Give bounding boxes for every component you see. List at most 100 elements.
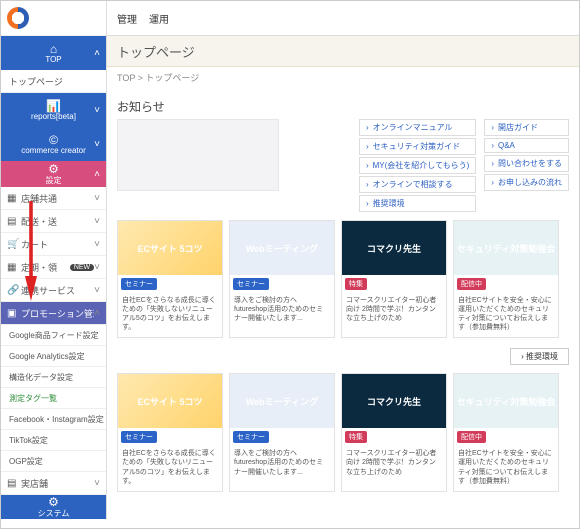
link-online-manual[interactable]: オンラインマニュアル bbox=[359, 119, 476, 136]
card[interactable]: コマクリ先生特集コマースクリエイター初心者向け 2時間で学ぶ！カンタンな立ち上げ… bbox=[341, 373, 447, 491]
card-desc: 自社ECサイトを安全・安心に運用いただくためのセキュリティ対策についてお伝えしま… bbox=[454, 293, 558, 337]
card-thumb: セキュリティ対策勉強会 bbox=[454, 374, 558, 428]
card[interactable]: セキュリティ対策勉強会配信中自社ECサイトを安全・安心に運用いただくためのセキュ… bbox=[453, 373, 559, 491]
card-chip: セミナー bbox=[121, 431, 157, 443]
caret-down-icon: ˅ bbox=[94, 262, 100, 273]
link-icon: 🔗 bbox=[7, 285, 17, 296]
sub-tiktok[interactable]: TikTok設定 bbox=[1, 430, 106, 451]
card-thumb: コマクリ先生 bbox=[342, 221, 446, 275]
copyright-icon: © bbox=[49, 134, 58, 146]
card-desc: 導入をご検討の方へ futureshop活用のためのセミナー開催いたします... bbox=[230, 293, 334, 328]
new-badge: NEW bbox=[70, 264, 94, 271]
caret-down-icon: ˅ bbox=[94, 285, 100, 296]
link-apply-flow[interactable]: お申し込みの流れ bbox=[484, 174, 569, 191]
card-desc: 自社ECサイトを安全・安心に運用いただくためのセキュリティ対策についてお伝えしま… bbox=[454, 446, 558, 490]
card-chip: 特集 bbox=[345, 431, 367, 443]
gear-icon: ⚙ bbox=[48, 496, 59, 508]
link-open-guide[interactable]: 開店ガイド bbox=[484, 119, 569, 136]
caret-up-icon: ˄ bbox=[94, 48, 100, 59]
link-contact[interactable]: 問い合わせをする bbox=[484, 155, 569, 172]
card-thumb: ECサイト 5コツ bbox=[118, 221, 222, 275]
card[interactable]: コマクリ先生特集コマースクリエイター初心者向け 2時間で学ぶ！カンタンな立ち上げ… bbox=[341, 220, 447, 338]
card-chip: セミナー bbox=[233, 431, 269, 443]
nav-store-common[interactable]: ▦店舗共通˅ bbox=[1, 187, 106, 210]
link-security-guide[interactable]: セキュリティ対策ガイド bbox=[359, 138, 476, 155]
card[interactable]: Webミーティングセミナー導入をご検討の方へ futureshop活用のためのセ… bbox=[229, 373, 335, 491]
caret-down-icon: ˅ bbox=[94, 139, 100, 150]
card-thumb: Webミーティング bbox=[230, 374, 334, 428]
card-desc: 自社ECをさらなる成長に導くための「失敗しないリニューアル5のコツ」をお伝えしま… bbox=[118, 293, 222, 337]
sub-google-analytics[interactable]: Google Analytics設定 bbox=[1, 346, 106, 367]
chart-icon: 📊 bbox=[46, 100, 61, 112]
caret-up-icon: ˄ bbox=[94, 169, 100, 180]
card-desc: コマースクリエイター初心者向け 2時間で学ぶ！カンタンな立ち上げのため bbox=[342, 446, 446, 481]
nav-system[interactable]: ⚙ システム bbox=[1, 495, 106, 519]
card[interactable]: ECサイト 5コツセミナー自社ECをさらなる成長に導くための「失敗しないリニュー… bbox=[117, 373, 223, 491]
caret-down-icon: ˅ bbox=[94, 193, 100, 204]
caret-up-icon: ˄ bbox=[94, 308, 100, 319]
rec-env-button[interactable]: › 推奨環境 bbox=[510, 348, 569, 365]
link-col-1: オンラインマニュアル セキュリティ対策ガイド MY(会社を紹介してもらう) オン… bbox=[359, 119, 476, 212]
notice-row: オンラインマニュアル セキュリティ対策ガイド MY(会社を紹介してもらう) オン… bbox=[117, 119, 569, 212]
truck-icon: ▤ bbox=[7, 216, 17, 227]
main: 管理 運用 トップページ TOP > トップページ お知らせ オンラインマニュア… bbox=[107, 1, 579, 528]
gear-icon: ⚙ bbox=[48, 163, 59, 175]
sub-ogp[interactable]: OGP設定 bbox=[1, 451, 106, 472]
megaphone-icon: ▣ bbox=[7, 308, 17, 319]
nav-shipping[interactable]: ▤配送・送˅ bbox=[1, 210, 106, 233]
nav-settings[interactable]: ⚙ 設定 ˄ bbox=[1, 161, 106, 187]
link-qa[interactable]: Q&A bbox=[484, 138, 569, 153]
page-title: トップページ bbox=[107, 36, 579, 67]
notice-placeholder bbox=[117, 119, 279, 191]
card[interactable]: セキュリティ対策勉強会配信中自社ECサイトを安全・安心に運用いただくためのセキュ… bbox=[453, 220, 559, 338]
app-root: F ⌂ TOP ˄ トップページ 📊 reports[beta] ˅ © com… bbox=[0, 0, 580, 529]
caret-down-icon: ˅ bbox=[94, 478, 100, 489]
card-row-1: ECサイト 5コツセミナー自社ECをさらなる成長に導くための「失敗しないリニュー… bbox=[117, 220, 569, 338]
home-icon: ⌂ bbox=[50, 43, 57, 55]
store-icon: ▤ bbox=[7, 478, 17, 489]
topbar-admin[interactable]: 管理 bbox=[117, 11, 137, 26]
sub-tag-list[interactable]: 測定タグ一覧 bbox=[1, 388, 106, 409]
nav-reports[interactable]: 📊 reports[beta] ˅ bbox=[1, 93, 106, 127]
cart-icon: 🛒 bbox=[7, 239, 17, 250]
card-chip: セミナー bbox=[233, 278, 269, 290]
card-thumb: コマクリ先生 bbox=[342, 374, 446, 428]
sub-google-feed[interactable]: Google商品フィード設定 bbox=[1, 325, 106, 346]
card-chip: 配信中 bbox=[457, 278, 486, 290]
link-requirements[interactable]: 推奨環境 bbox=[359, 195, 476, 212]
nav-integration[interactable]: 🔗連携サービス˅ bbox=[1, 279, 106, 302]
caret-down-icon: ˅ bbox=[94, 239, 100, 250]
link-col-2: 開店ガイド Q&A 問い合わせをする お申し込みの流れ bbox=[484, 119, 569, 212]
nav-cart[interactable]: 🛒カート˅ bbox=[1, 233, 106, 256]
link-online-consult[interactable]: オンラインで相談する bbox=[359, 176, 476, 193]
nav-top[interactable]: ⌂ TOP ˄ bbox=[1, 36, 106, 70]
content: お知らせ オンラインマニュアル セキュリティ対策ガイド MY(会社を紹介してもら… bbox=[107, 88, 579, 528]
caret-down-icon: ˅ bbox=[94, 216, 100, 227]
sub-facebook-instagram[interactable]: Facebook・Instagram設定 bbox=[1, 409, 106, 430]
caret-down-icon: ˅ bbox=[94, 105, 100, 116]
nav-toppage[interactable]: トップページ bbox=[1, 70, 106, 93]
nav-subscription[interactable]: ▦定期・領NEW˅ bbox=[1, 256, 106, 279]
card[interactable]: Webミーティングセミナー導入をご検討の方へ futureshop活用のためのセ… bbox=[229, 220, 335, 338]
nav-commerce[interactable]: © commerce creator ˅ bbox=[1, 127, 106, 161]
link-referral[interactable]: MY(会社を紹介してもらう) bbox=[359, 157, 476, 174]
logo: F bbox=[1, 1, 106, 36]
card-row-2: ECサイト 5コツセミナー自社ECをさらなる成長に導くための「失敗しないリニュー… bbox=[117, 373, 569, 491]
card-desc: 導入をご検討の方へ futureshop活用のためのセミナー開催いたします... bbox=[230, 446, 334, 481]
breadcrumb: TOP > トップページ bbox=[107, 67, 579, 88]
sub-structured-data[interactable]: 構造化データ設定 bbox=[1, 367, 106, 388]
card-thumb: Webミーティング bbox=[230, 221, 334, 275]
card-chip: セミナー bbox=[121, 278, 157, 290]
nav-promotion[interactable]: ▣プロモーション管理˄ bbox=[1, 302, 106, 325]
card[interactable]: ECサイト 5コツセミナー自社ECをさらなる成長に導くための「失敗しないリニュー… bbox=[117, 220, 223, 338]
nav-real-store[interactable]: ▤実店舗˅ bbox=[1, 472, 106, 495]
card-desc: 自社ECをさらなる成長に導くための「失敗しないリニューアル5のコツ」をお伝えしま… bbox=[118, 446, 222, 490]
calendar-icon: ▦ bbox=[7, 262, 17, 273]
card-thumb: セキュリティ対策勉強会 bbox=[454, 221, 558, 275]
card-thumb: ECサイト 5コツ bbox=[118, 374, 222, 428]
topbar-operate[interactable]: 運用 bbox=[149, 11, 169, 26]
card-chip: 特集 bbox=[345, 278, 367, 290]
logo-icon: F bbox=[7, 7, 29, 29]
grid-icon: ▦ bbox=[7, 193, 17, 204]
card-chip: 配信中 bbox=[457, 431, 486, 443]
